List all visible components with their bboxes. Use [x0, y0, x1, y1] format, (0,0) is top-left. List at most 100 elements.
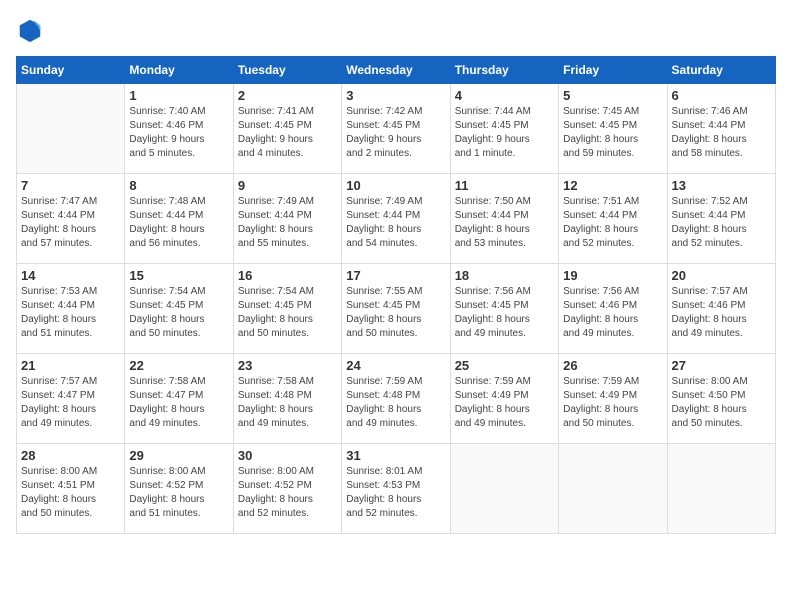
day-number: 14 — [21, 268, 120, 283]
calendar-header-monday: Monday — [125, 57, 233, 84]
calendar-cell: 10Sunrise: 7:49 AM Sunset: 4:44 PM Dayli… — [342, 174, 450, 264]
calendar-week-row: 14 Sunrise: 7:53 AM Sunset: 4:44 PM Dayli… — [17, 264, 776, 354]
day-info: Sunrise: 7:59 AM Sunset: 4:49 PM Dayligh… — [455, 375, 554, 431]
calendar-cell — [450, 444, 558, 534]
calendar-cell: 4 Sunrise: 7:44 AM Sunset: 4:45 PM Daylig… — [450, 84, 558, 174]
calendar-cell: 2 Sunrise: 7:41 AM Sunset: 4:45 PM Daylig… — [233, 84, 341, 174]
calendar-cell: 7Sunrise: 7:47 AM Sunset: 4:44 PM Daylig… — [17, 174, 125, 264]
day-number: 13 — [672, 178, 771, 193]
day-number: 8 — [129, 178, 228, 193]
calendar: SundayMondayTuesdayWednesdayThursdayFrid… — [16, 56, 776, 534]
calendar-week-row: 21 Sunrise: 7:57 AM Sunset: 4:47 PM Dayli… — [17, 354, 776, 444]
day-number: 30 — [238, 448, 337, 463]
day-info: Sunrise: 7:53 AM Sunset: 4:44 PM Dayligh… — [21, 285, 120, 341]
day-number: 29 — [129, 448, 228, 463]
day-info: Sunrise: 7:58 AM Sunset: 4:47 PM Dayligh… — [129, 375, 228, 431]
calendar-cell: 1Sunrise: 7:40 AM Sunset: 4:46 PM Daylig… — [125, 84, 233, 174]
day-info: Sunrise: 7:50 AM Sunset: 4:44 PM Dayligh… — [455, 195, 554, 251]
calendar-cell: 19 Sunrise: 7:56 AM Sunset: 4:46 PM Dayli… — [559, 264, 667, 354]
calendar-cell: 26 Sunrise: 7:59 AM Sunset: 4:49 PM Dayli… — [559, 354, 667, 444]
calendar-cell: 23Sunrise: 7:58 AM Sunset: 4:48 PM Dayli… — [233, 354, 341, 444]
calendar-cell: 31 Sunrise: 8:01 AM Sunset: 4:53 PM Dayli… — [342, 444, 450, 534]
calendar-cell: 28Sunrise: 8:00 AM Sunset: 4:51 PM Dayli… — [17, 444, 125, 534]
calendar-header-row: SundayMondayTuesdayWednesdayThursdayFrid… — [17, 57, 776, 84]
day-info: Sunrise: 7:51 AM Sunset: 4:44 PM Dayligh… — [563, 195, 662, 251]
day-info: Sunrise: 7:54 AM Sunset: 4:45 PM Dayligh… — [129, 285, 228, 341]
day-number: 31 — [346, 448, 445, 463]
calendar-cell: 22 Sunrise: 7:58 AM Sunset: 4:47 PM Dayli… — [125, 354, 233, 444]
day-info: Sunrise: 7:46 AM Sunset: 4:44 PM Dayligh… — [672, 105, 771, 161]
day-info: Sunrise: 8:00 AM Sunset: 4:51 PM Dayligh… — [21, 465, 120, 521]
day-info: Sunrise: 7:57 AM Sunset: 4:46 PM Dayligh… — [672, 285, 771, 341]
day-info: Sunrise: 7:42 AM Sunset: 4:45 PM Dayligh… — [346, 105, 445, 161]
calendar-cell: 18 Sunrise: 7:56 AM Sunset: 4:45 PM Dayli… — [450, 264, 558, 354]
day-number: 5 — [563, 88, 662, 103]
calendar-cell: 27Sunrise: 8:00 AM Sunset: 4:50 PM Dayli… — [667, 354, 775, 444]
calendar-header-saturday: Saturday — [667, 57, 775, 84]
day-info: Sunrise: 8:00 AM Sunset: 4:52 PM Dayligh… — [238, 465, 337, 521]
calendar-cell: 30 Sunrise: 8:00 AM Sunset: 4:52 PM Dayli… — [233, 444, 341, 534]
day-info: Sunrise: 7:55 AM Sunset: 4:45 PM Dayligh… — [346, 285, 445, 341]
calendar-cell: 8 Sunrise: 7:48 AM Sunset: 4:44 PM Daylig… — [125, 174, 233, 264]
day-info: Sunrise: 7:48 AM Sunset: 4:44 PM Dayligh… — [129, 195, 228, 251]
day-info: Sunrise: 7:40 AM Sunset: 4:46 PM Dayligh… — [129, 105, 228, 161]
day-info: Sunrise: 7:47 AM Sunset: 4:44 PM Dayligh… — [21, 195, 120, 251]
day-info: Sunrise: 7:57 AM Sunset: 4:47 PM Dayligh… — [21, 375, 120, 431]
day-info: Sunrise: 7:49 AM Sunset: 4:44 PM Dayligh… — [346, 195, 445, 251]
calendar-header-friday: Friday — [559, 57, 667, 84]
calendar-cell: 12 Sunrise: 7:51 AM Sunset: 4:44 PM Dayli… — [559, 174, 667, 264]
logo — [16, 16, 48, 44]
logo-icon — [16, 16, 44, 44]
calendar-week-row: 7Sunrise: 7:47 AM Sunset: 4:44 PM Daylig… — [17, 174, 776, 264]
day-info: Sunrise: 7:41 AM Sunset: 4:45 PM Dayligh… — [238, 105, 337, 161]
day-number: 19 — [563, 268, 662, 283]
day-number: 15 — [129, 268, 228, 283]
day-number: 23 — [238, 358, 337, 373]
day-info: Sunrise: 7:45 AM Sunset: 4:45 PM Dayligh… — [563, 105, 662, 161]
day-info: Sunrise: 8:01 AM Sunset: 4:53 PM Dayligh… — [346, 465, 445, 521]
calendar-cell: 3 Sunrise: 7:42 AM Sunset: 4:45 PM Daylig… — [342, 84, 450, 174]
calendar-cell: 5 Sunrise: 7:45 AM Sunset: 4:45 PM Daylig… — [559, 84, 667, 174]
day-number: 24 — [346, 358, 445, 373]
calendar-cell: 15 Sunrise: 7:54 AM Sunset: 4:45 PM Dayli… — [125, 264, 233, 354]
day-number: 9 — [238, 178, 337, 193]
calendar-cell: 11 Sunrise: 7:50 AM Sunset: 4:44 PM Dayli… — [450, 174, 558, 264]
calendar-week-row: 28Sunrise: 8:00 AM Sunset: 4:51 PM Dayli… — [17, 444, 776, 534]
day-info: Sunrise: 7:59 AM Sunset: 4:48 PM Dayligh… — [346, 375, 445, 431]
calendar-header-sunday: Sunday — [17, 57, 125, 84]
calendar-header-tuesday: Tuesday — [233, 57, 341, 84]
calendar-cell — [17, 84, 125, 174]
calendar-body: 1Sunrise: 7:40 AM Sunset: 4:46 PM Daylig… — [17, 84, 776, 534]
day-info: Sunrise: 8:00 AM Sunset: 4:52 PM Dayligh… — [129, 465, 228, 521]
day-number: 20 — [672, 268, 771, 283]
day-number: 11 — [455, 178, 554, 193]
day-info: Sunrise: 7:52 AM Sunset: 4:44 PM Dayligh… — [672, 195, 771, 251]
day-number: 17 — [346, 268, 445, 283]
calendar-cell: 9 Sunrise: 7:49 AM Sunset: 4:44 PM Daylig… — [233, 174, 341, 264]
day-info: Sunrise: 7:56 AM Sunset: 4:45 PM Dayligh… — [455, 285, 554, 341]
day-number: 26 — [563, 358, 662, 373]
page-header — [16, 16, 776, 44]
day-info: Sunrise: 7:54 AM Sunset: 4:45 PM Dayligh… — [238, 285, 337, 341]
calendar-cell — [667, 444, 775, 534]
day-number: 18 — [455, 268, 554, 283]
calendar-cell: 24 Sunrise: 7:59 AM Sunset: 4:48 PM Dayli… — [342, 354, 450, 444]
day-info: Sunrise: 7:59 AM Sunset: 4:49 PM Dayligh… — [563, 375, 662, 431]
calendar-week-row: 1Sunrise: 7:40 AM Sunset: 4:46 PM Daylig… — [17, 84, 776, 174]
day-info: Sunrise: 7:49 AM Sunset: 4:44 PM Dayligh… — [238, 195, 337, 251]
day-number: 21 — [21, 358, 120, 373]
calendar-cell: 13 Sunrise: 7:52 AM Sunset: 4:44 PM Dayli… — [667, 174, 775, 264]
calendar-cell — [559, 444, 667, 534]
day-number: 22 — [129, 358, 228, 373]
day-info: Sunrise: 7:44 AM Sunset: 4:45 PM Dayligh… — [455, 105, 554, 161]
day-number: 2 — [238, 88, 337, 103]
day-number: 12 — [563, 178, 662, 193]
day-number: 3 — [346, 88, 445, 103]
day-number: 4 — [455, 88, 554, 103]
day-info: Sunrise: 7:56 AM Sunset: 4:46 PM Dayligh… — [563, 285, 662, 341]
calendar-header-thursday: Thursday — [450, 57, 558, 84]
calendar-header-wednesday: Wednesday — [342, 57, 450, 84]
calendar-cell: 29 Sunrise: 8:00 AM Sunset: 4:52 PM Dayli… — [125, 444, 233, 534]
calendar-cell: 20 Sunrise: 7:57 AM Sunset: 4:46 PM Dayli… — [667, 264, 775, 354]
day-number: 25 — [455, 358, 554, 373]
